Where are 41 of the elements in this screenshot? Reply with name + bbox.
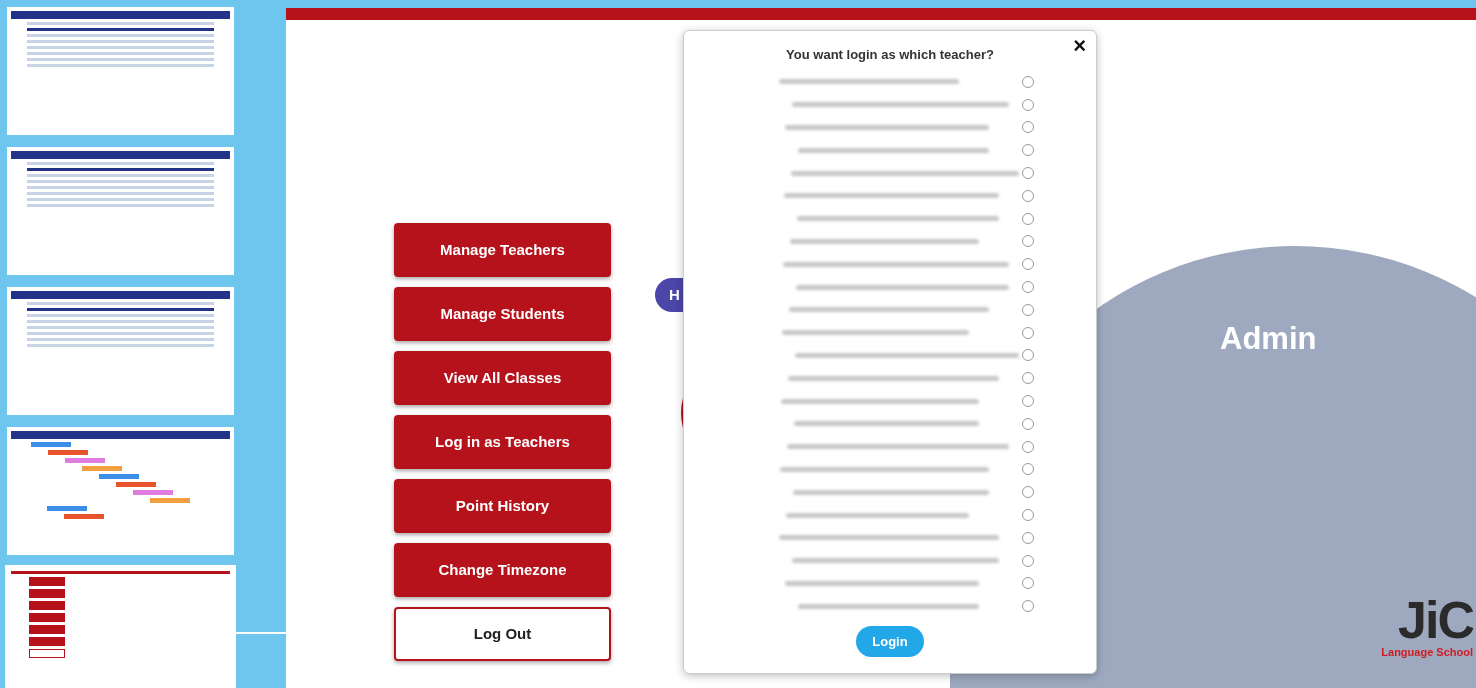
logo-mark: JiC bbox=[1398, 596, 1473, 644]
radio-button[interactable] bbox=[1022, 281, 1034, 294]
slide-thumbnail[interactable] bbox=[7, 147, 234, 275]
radio-button[interactable] bbox=[1022, 98, 1034, 111]
menu-button[interactable]: Manage Students bbox=[394, 287, 611, 341]
radio-button[interactable] bbox=[1022, 554, 1034, 567]
radio-button[interactable] bbox=[1022, 235, 1034, 248]
radio-button[interactable] bbox=[1022, 463, 1034, 476]
radio-button[interactable] bbox=[1022, 486, 1034, 499]
radio-button[interactable] bbox=[1022, 417, 1034, 430]
menu-button[interactable]: Change Timezone bbox=[394, 543, 611, 597]
slide-thumbnail[interactable] bbox=[7, 7, 234, 135]
dialog-title: You want login as which teacher? bbox=[786, 46, 994, 64]
radio-button[interactable] bbox=[1022, 189, 1034, 202]
radio-button[interactable] bbox=[1022, 577, 1034, 590]
radio-button[interactable] bbox=[1022, 75, 1034, 88]
radio-button[interactable] bbox=[1022, 395, 1034, 408]
slide-thumbnail[interactable] bbox=[7, 287, 234, 415]
radio-button[interactable] bbox=[1022, 303, 1034, 316]
menu-button[interactable]: View All Classes bbox=[394, 351, 611, 405]
menu-button[interactable]: Manage Teachers bbox=[394, 223, 611, 277]
menu-button[interactable]: Log Out bbox=[394, 607, 611, 661]
logo-tagline: Language School bbox=[1381, 644, 1473, 660]
radio-button[interactable] bbox=[1022, 167, 1034, 180]
radio-button[interactable] bbox=[1022, 144, 1034, 157]
slide-thumbnail[interactable] bbox=[7, 427, 234, 555]
radio-button[interactable] bbox=[1022, 121, 1034, 134]
slide-thumbnail[interactable] bbox=[7, 567, 234, 688]
radio-button[interactable] bbox=[1022, 212, 1034, 225]
close-button[interactable]: × bbox=[1069, 31, 1090, 62]
role-title: Admin bbox=[1220, 320, 1317, 358]
radio-button[interactable] bbox=[1022, 509, 1034, 522]
menu-button[interactable]: Point History bbox=[394, 479, 611, 533]
radio-button[interactable] bbox=[1022, 258, 1034, 271]
radio-button[interactable] bbox=[1022, 349, 1034, 362]
radio-button[interactable] bbox=[1022, 326, 1034, 339]
radio-button[interactable] bbox=[1022, 531, 1034, 544]
radio-button[interactable] bbox=[1022, 372, 1034, 385]
menu-button[interactable]: Log in as Teachers bbox=[394, 415, 611, 469]
radio-button[interactable] bbox=[1022, 600, 1034, 613]
radio-button[interactable] bbox=[1022, 440, 1034, 453]
